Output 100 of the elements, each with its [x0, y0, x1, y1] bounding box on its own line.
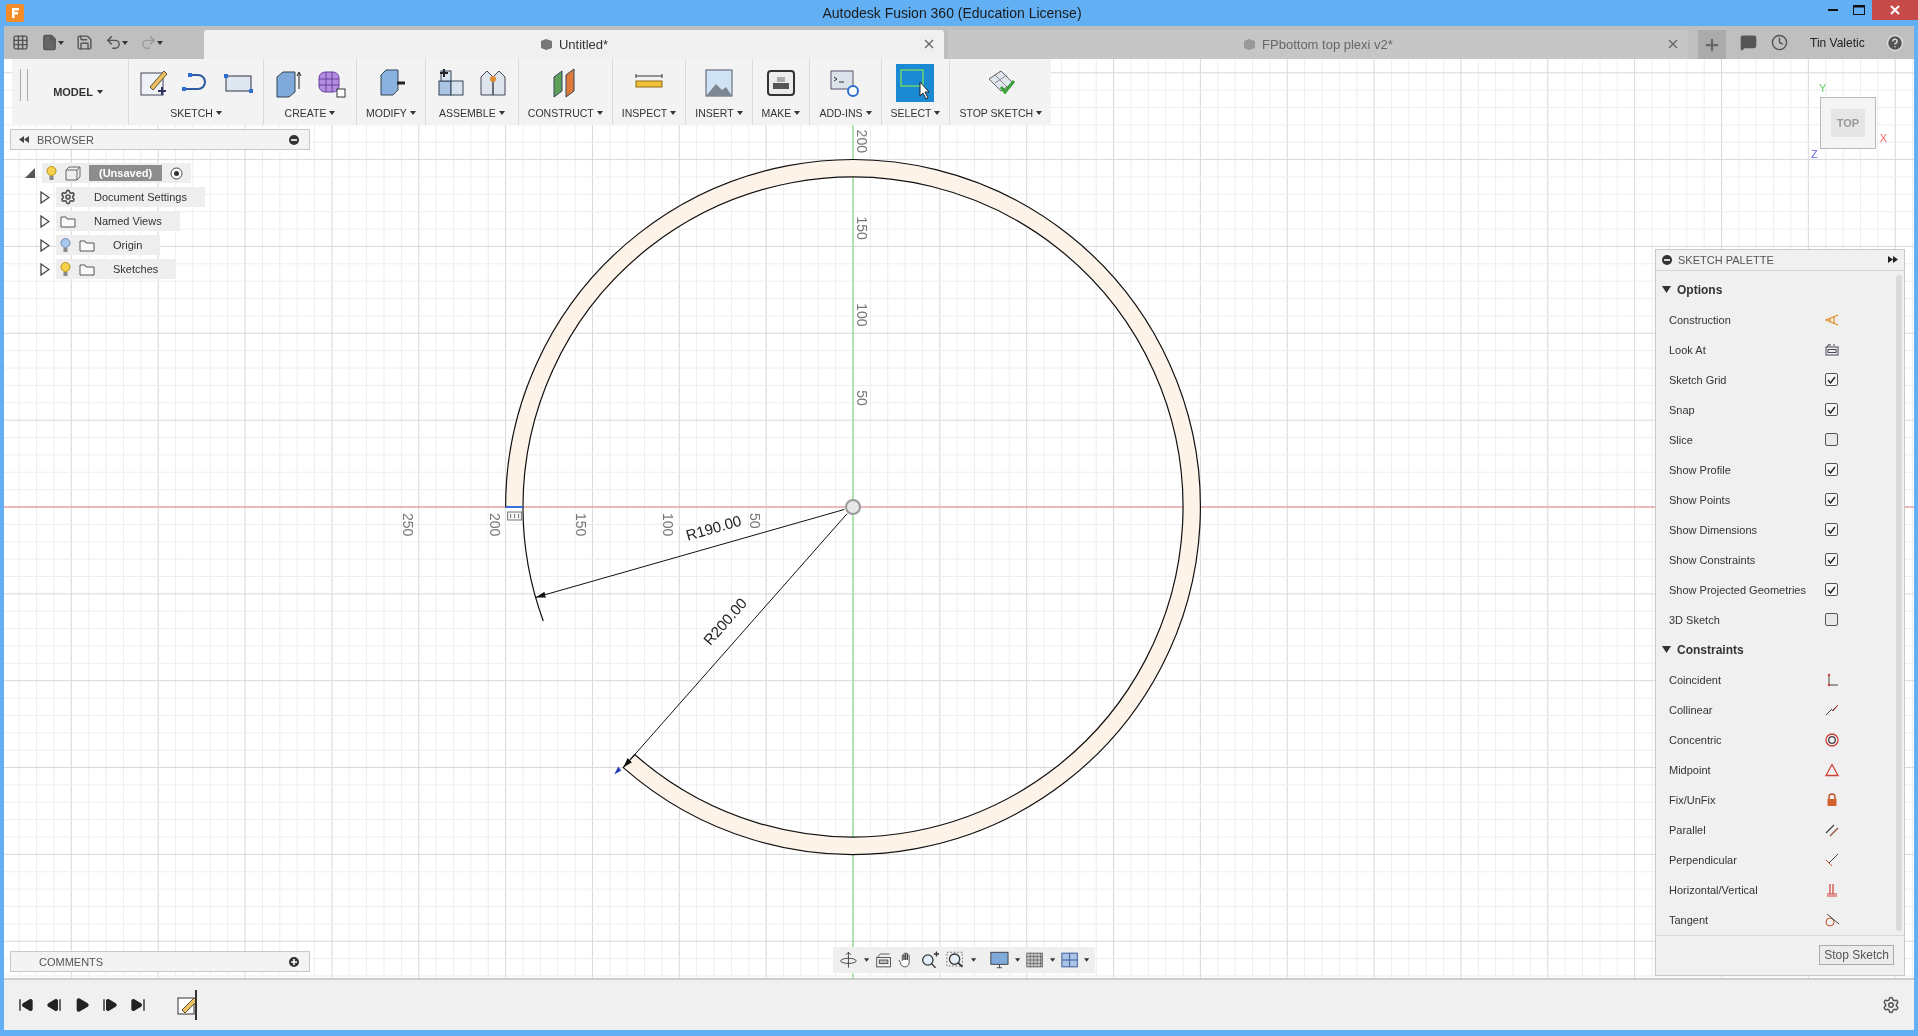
- caret-icon: [863, 958, 870, 962]
- apps-grid-icon[interactable]: [12, 34, 29, 51]
- caret-icon: [934, 111, 941, 115]
- toolbar-menu[interactable]: ADD-INS: [819, 107, 872, 119]
- step-back-icon[interactable]: [46, 997, 62, 1013]
- light-bulb-icon[interactable]: [46, 165, 57, 181]
- skip-back-icon[interactable]: [18, 997, 34, 1013]
- endpoint-marker[interactable]: [614, 766, 622, 775]
- grid-icon[interactable]: [1026, 951, 1044, 969]
- checkbox[interactable]: [1825, 373, 1838, 387]
- option-label: Show Constraints: [1669, 553, 1757, 566]
- toolbar-menu[interactable]: SKETCH: [170, 107, 222, 119]
- section-header[interactable]: Constraints: [1660, 634, 1888, 665]
- expand-icon[interactable]: [40, 190, 50, 204]
- file-menu-icon[interactable]: [41, 34, 64, 51]
- help-icon[interactable]: [1886, 33, 1904, 52]
- viewports-icon[interactable]: [1060, 951, 1078, 969]
- toolbar-menu[interactable]: MODIFY: [366, 107, 416, 119]
- orbit-icon[interactable]: [839, 950, 858, 970]
- plus-circle-icon[interactable]: [289, 956, 299, 967]
- close-tab-icon[interactable]: [924, 39, 934, 49]
- option-label: Slice: [1669, 433, 1694, 446]
- expand-icon[interactable]: [40, 262, 50, 276]
- minus-circle-icon[interactable]: [1662, 254, 1672, 265]
- checkbox[interactable]: [1825, 523, 1838, 537]
- option-label: Construction: [1669, 313, 1732, 326]
- option-label: Parallel: [1669, 823, 1707, 836]
- printer-icon[interactable]: [765, 67, 797, 99]
- checkbox[interactable]: [1825, 553, 1838, 567]
- toolbar-menu[interactable]: ASSEMBLE: [439, 107, 505, 119]
- dimension-arrow[interactable]: [535, 508, 845, 598]
- zoom-icon[interactable]: [921, 950, 941, 970]
- parallel-icon[interactable]: [1825, 822, 1839, 837]
- toolbar-menu[interactable]: INSERT: [695, 107, 743, 119]
- perpendicular-icon[interactable]: [1825, 852, 1839, 867]
- checkbox[interactable]: [1825, 613, 1838, 627]
- settings-icon[interactable]: [1882, 996, 1900, 1014]
- section-header[interactable]: Options: [1660, 274, 1888, 305]
- redo-icon[interactable]: [140, 34, 163, 51]
- zoom-window-icon[interactable]: [946, 950, 966, 970]
- horizontal-constraint-icon[interactable]: [507, 511, 523, 521]
- toolbar-menu[interactable]: CONSTRUCT: [527, 107, 603, 119]
- collapse-icon[interactable]: [24, 167, 36, 179]
- caret-icon: [157, 40, 163, 45]
- image-icon[interactable]: [702, 67, 735, 99]
- skip-forward-icon[interactable]: [130, 997, 146, 1013]
- close-button[interactable]: [1872, 0, 1918, 20]
- minus-circle-icon[interactable]: [289, 134, 299, 145]
- toolbar-menu[interactable]: CREATE: [284, 107, 336, 119]
- workspace-menu[interactable]: MODEL: [28, 59, 128, 125]
- option-label: Midpoint: [1669, 763, 1712, 776]
- toolbar-menu[interactable]: INSPECT: [621, 107, 677, 119]
- caret-icon: [96, 90, 103, 94]
- toolbar-menu[interactable]: STOP SKETCH: [959, 107, 1043, 119]
- stop-sketch-button[interactable]: Stop Sketch: [1819, 945, 1894, 966]
- close-tab-icon[interactable]: [1668, 39, 1678, 49]
- selected-edge[interactable]: [504, 506, 524, 508]
- radio-target-icon[interactable]: [170, 166, 184, 180]
- selection-icon[interactable]: [896, 64, 935, 102]
- comments-icon[interactable]: [1740, 34, 1757, 51]
- toolbar-menu[interactable]: SELECT: [890, 107, 941, 119]
- option-label: Perpendicular: [1669, 853, 1738, 866]
- expand-icon[interactable]: [40, 238, 50, 252]
- coincident-icon[interactable]: [1825, 672, 1839, 687]
- option-label: Coincident: [1669, 673, 1722, 686]
- undo-icon[interactable]: [105, 34, 128, 51]
- look-at-icon[interactable]: [1825, 343, 1839, 357]
- toolbar-menu[interactable]: MAKE: [761, 107, 801, 119]
- checkbox[interactable]: [1825, 583, 1838, 597]
- collapse-panel-icon[interactable]: [19, 136, 29, 143]
- terminal-gear-icon[interactable]: [829, 67, 862, 99]
- clock-icon[interactable]: [1771, 34, 1788, 51]
- display-icon[interactable]: [990, 950, 1010, 970]
- look-at-icon[interactable]: [875, 951, 893, 969]
- expand-panel-icon[interactable]: [1888, 256, 1898, 264]
- tangent-icon[interactable]: [1825, 912, 1839, 927]
- light-bulb-icon[interactable]: [60, 261, 71, 277]
- document-tab[interactable]: Untitled*: [204, 30, 944, 59]
- save-icon[interactable]: [76, 34, 93, 51]
- origin-point[interactable]: [845, 499, 861, 515]
- user-name[interactable]: Tin Valetic: [1810, 35, 1865, 50]
- play-icon[interactable]: [74, 997, 90, 1013]
- option-label: Sketch Grid: [1669, 373, 1728, 386]
- checkbox[interactable]: [1825, 403, 1838, 417]
- checkbox[interactable]: [1825, 463, 1838, 477]
- lock-icon[interactable]: [1825, 792, 1839, 807]
- new-tab-button[interactable]: [1698, 30, 1726, 59]
- expand-icon[interactable]: [40, 214, 50, 228]
- light-bulb-icon[interactable]: [60, 237, 71, 253]
- caret-icon: [215, 111, 222, 115]
- step-forward-icon[interactable]: [102, 997, 118, 1013]
- check-icon: [1827, 525, 1836, 534]
- arc-line[interactable]: [522, 506, 544, 622]
- checkbox[interactable]: [1825, 493, 1838, 507]
- dimension-label[interactable]: R190.00: [683, 511, 744, 544]
- collinear-icon[interactable]: [1825, 702, 1839, 717]
- checkbox[interactable]: [1825, 433, 1838, 447]
- toolbar-grip[interactable]: [20, 69, 28, 101]
- concentric-icon[interactable]: [1825, 732, 1839, 747]
- midpoint-icon[interactable]: [1825, 762, 1839, 777]
